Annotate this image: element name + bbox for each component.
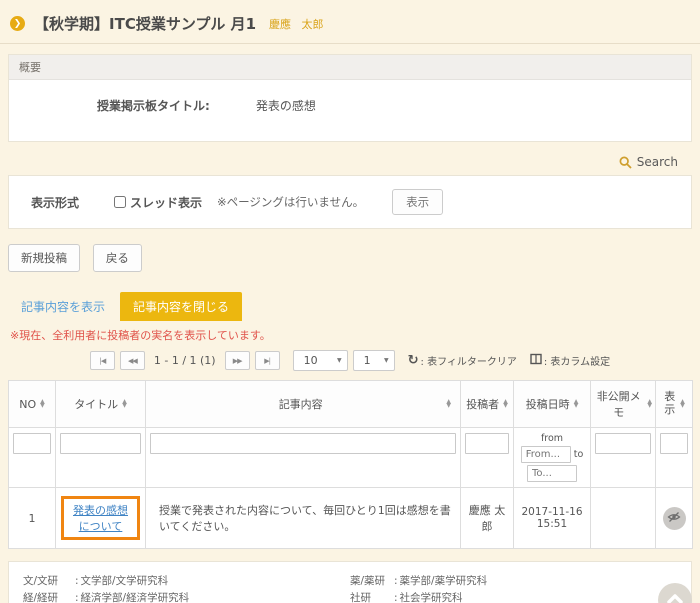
instructor-name: 慶應 太郎 [269, 16, 324, 32]
overview-section-title: 概要 [9, 55, 691, 80]
article-row: 1 発表の感想について 授業で発表された内容について、毎回ひとり1回は感想を書い… [9, 488, 693, 549]
tab-close-articles[interactable]: 記事内容を閉じる [120, 292, 242, 321]
article-date: 2017-11-16 15:51 [514, 488, 591, 549]
breadcrumb-arrow-icon: ❯ [10, 16, 25, 31]
board-title-label: 授業掲示板タイトル: [97, 97, 210, 114]
filter-date-from-label: from [518, 433, 586, 444]
sort-icon: ▲▼ [680, 400, 685, 409]
columns-icon [530, 353, 542, 368]
first-page-button[interactable]: |◀ [90, 351, 115, 370]
filter-date-from-input[interactable] [521, 446, 571, 463]
filter-clear-label: : 表フィルタークリア [421, 353, 517, 368]
last-page-button[interactable]: ▶| [255, 351, 280, 370]
filter-input-content[interactable] [150, 433, 456, 454]
column-header-title[interactable]: タイトル▲▼ [56, 381, 146, 428]
sort-icon: ▲▼ [647, 400, 652, 409]
action-bar-top: 新規投稿 戻る [8, 229, 692, 276]
legend-item: 社研:社会学研究科 [350, 590, 677, 603]
thread-display-checkbox[interactable] [114, 196, 126, 208]
overview-section: 概要 授業掲示板タイトル: 発表の感想 [8, 54, 692, 142]
search-row: Search [8, 142, 692, 175]
filter-date-to-label: to [574, 449, 584, 460]
filter-clear-control[interactable]: ↻ : 表フィルタークリア [408, 353, 517, 368]
column-header-no[interactable]: NO▲▼ [9, 381, 56, 428]
sort-icon: ▲▼ [574, 400, 579, 409]
article-memo [591, 488, 656, 549]
faculty-legend-left: 文/文研:文学部/文学研究科 経/経研:経済学部/経済学研究科 法/法研:法学部… [23, 573, 350, 603]
thread-display-label: スレッド表示 [130, 194, 202, 211]
table-filter-row: from to [9, 428, 693, 488]
page-header: ❯ 【秋学期】ITC授業サンプル 月1 慶應 太郎 [0, 6, 700, 44]
legend-separator: : [75, 573, 79, 590]
prev-page-button[interactable]: ◀◀ [120, 351, 145, 370]
article-content: 授業で発表された内容について、毎回ひとり1回は感想を書いてください。 [146, 488, 461, 549]
legend-name: 薬学部/薬学研究科 [400, 573, 488, 590]
legend-separator: : [394, 573, 398, 590]
sort-icon: ▲▼ [40, 400, 45, 409]
show-button[interactable]: 表示 [392, 189, 443, 215]
overview-body: 授業掲示板タイトル: 発表の感想 [9, 80, 691, 141]
faculty-legend-right: 薬/薬研:薬学部/薬学研究科 社研:社会学研究科 経管:経営管理研究科 政メ:政… [350, 573, 677, 603]
legend-name: 社会学研究科 [400, 590, 463, 603]
highlight-box: 発表の感想について [61, 496, 140, 540]
eye-off-icon [667, 510, 681, 527]
board-title-value: 発表の感想 [256, 97, 316, 114]
caret-down-icon: ▼ [384, 357, 389, 364]
column-settings-control[interactable]: : 表カラム設定 [530, 353, 610, 368]
sort-icon: ▲▼ [122, 400, 127, 409]
search-icon[interactable] [619, 156, 632, 169]
back-button[interactable]: 戻る [93, 244, 142, 272]
legend-separator: : [394, 590, 398, 603]
next-page-button[interactable]: ▶▶ [225, 351, 250, 370]
table-header-row: NO▲▼ タイトル▲▼ 記事内容▲▼ 投稿者▲▼ 投稿日時▲▼ 非公開メモ▲▼ … [9, 381, 693, 428]
column-settings-label: : 表カラム設定 [544, 353, 610, 368]
legend-name: 文学部/文学研究科 [81, 573, 169, 590]
page-number-select[interactable]: 1▼ [353, 350, 395, 371]
chevron-up-icon [667, 592, 683, 603]
filter-input-memo[interactable] [595, 433, 651, 454]
pager: |◀ ◀◀ 1 - 1 / 1 (1) ▶▶ ▶| 10▼ 1▼ ↻ : 表フィ… [8, 350, 692, 371]
legend-abbr: 経/経研 [23, 590, 75, 603]
legend-abbr: 薬/薬研 [350, 573, 394, 590]
visibility-toggle-button[interactable] [663, 507, 686, 530]
column-header-content[interactable]: 記事内容▲▼ [146, 381, 461, 428]
page-size-select[interactable]: 10▼ [293, 350, 348, 371]
sort-icon: ▲▼ [446, 400, 451, 409]
filter-input-author[interactable] [465, 433, 509, 454]
search-link[interactable]: Search [637, 155, 678, 169]
content-tabs: 記事内容を表示 記事内容を閉じる [8, 292, 692, 321]
column-header-author[interactable]: 投稿者▲▼ [461, 381, 514, 428]
display-format-label: 表示形式 [19, 194, 114, 211]
legend-item: 文/文研:文学部/文学研究科 [23, 573, 350, 590]
page-range-text: 1 - 1 / 1 (1) [154, 354, 216, 367]
filter-input-visibility[interactable] [660, 433, 688, 454]
page: ❯ 【秋学期】ITC授業サンプル 月1 慶應 太郎 概要 授業掲示板タイトル: … [0, 0, 700, 603]
filter-input-title[interactable] [60, 433, 141, 454]
column-header-date[interactable]: 投稿日時▲▼ [514, 381, 591, 428]
article-no: 1 [9, 488, 56, 549]
article-author: 慶應 太郎 [461, 488, 514, 549]
article-title-link[interactable]: 発表の感想について [73, 504, 128, 533]
caret-down-icon: ▼ [337, 357, 342, 364]
legend-item: 薬/薬研:薬学部/薬学研究科 [350, 573, 677, 590]
display-format-section: 表示形式 スレッド表示 ※ページングは行いません。 表示 [8, 175, 692, 229]
legend-name: 経済学部/経済学研究科 [81, 590, 190, 603]
realname-notice: ※現在、全利用者に投稿者の実名を表示しています。 [10, 327, 692, 343]
legend-separator: : [75, 590, 79, 603]
new-post-button[interactable]: 新規投稿 [8, 244, 80, 272]
refresh-icon: ↻ [408, 354, 419, 367]
legend-item: 経/経研:経済学部/経済学研究科 [23, 590, 350, 603]
faculty-legend: 文/文研:文学部/文学研究科 経/経研:経済学部/経済学研究科 法/法研:法学部… [8, 561, 692, 603]
tab-show-articles[interactable]: 記事内容を表示 [8, 292, 118, 321]
filter-date-to-input[interactable] [527, 465, 577, 482]
filter-input-no[interactable] [13, 433, 51, 454]
legend-abbr: 社研 [350, 590, 394, 603]
sort-icon: ▲▼ [503, 400, 508, 409]
column-header-visibility[interactable]: 表示▲▼ [656, 381, 693, 428]
articles-table: NO▲▼ タイトル▲▼ 記事内容▲▼ 投稿者▲▼ 投稿日時▲▼ 非公開メモ▲▼ … [8, 380, 693, 549]
legend-abbr: 文/文研 [23, 573, 75, 590]
page-title: 【秋学期】ITC授業サンプル 月1 [34, 13, 256, 34]
column-header-memo[interactable]: 非公開メモ▲▼ [591, 381, 656, 428]
paging-note: ※ページングは行いません。 [217, 194, 364, 210]
